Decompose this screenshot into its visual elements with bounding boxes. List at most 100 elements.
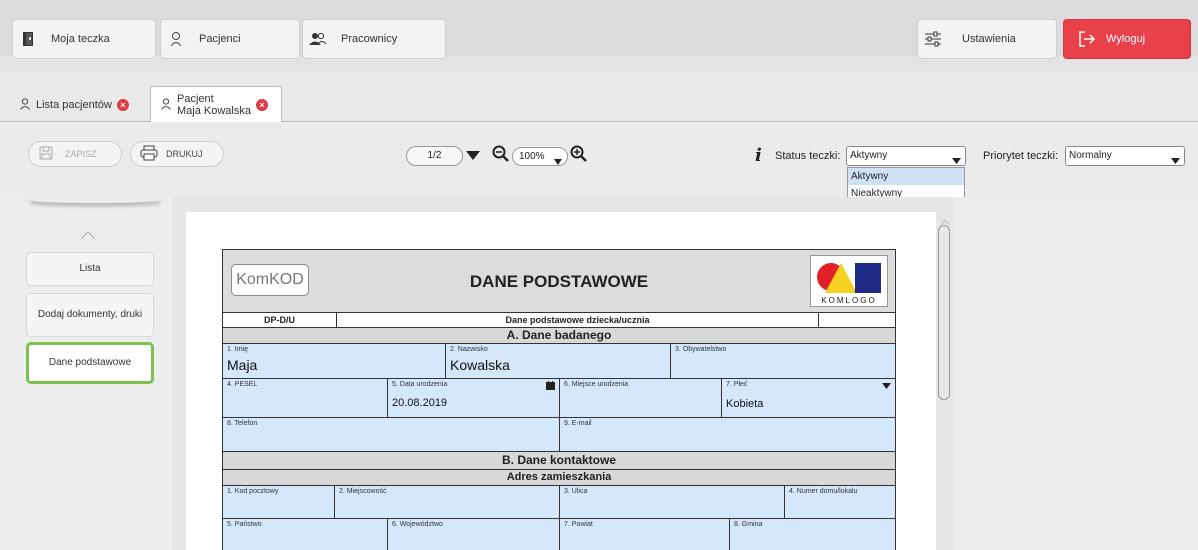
tab-patient-list-label: Lista pacjentów <box>36 99 112 111</box>
users-icon <box>303 32 333 46</box>
status-select[interactable]: Aktywny <box>846 146 966 166</box>
komlogo-text: KOMLOGO <box>821 296 877 305</box>
house-number-field[interactable]: 4. Numer domu/lokalu <box>785 486 895 518</box>
street-field[interactable]: 3. Ulica <box>560 486 785 518</box>
priority-value: Normalny <box>1069 150 1112 161</box>
form-header: KomKOD DANE PODSTAWOWE KOMLOGO <box>223 250 895 312</box>
county-field[interactable]: 7. Powiat <box>560 519 730 550</box>
tab-patient-list[interactable]: Lista pacjentów × <box>10 88 140 122</box>
chevron-up-icon[interactable] <box>80 227 96 245</box>
last-name-field[interactable]: 2. Nazwisko Kowalska <box>446 344 671 378</box>
logout-button[interactable]: Wyloguj <box>1063 19 1191 59</box>
tab-patient[interactable]: Pacjent Maja Kowalska × <box>150 86 282 123</box>
pesel-field[interactable]: 4. PESEL <box>223 379 388 417</box>
tab-patient-line2: Maja Kowalska <box>177 105 251 117</box>
sex-value: Kobieta <box>726 398 764 410</box>
voivodeship-label: 6. Województwo <box>392 521 443 528</box>
email-field[interactable]: 9. E-mail <box>560 418 895 451</box>
calendar-icon[interactable] <box>546 381 555 392</box>
first-name-label: 1. Imię <box>227 346 249 353</box>
patients-button[interactable]: Pacjenci <box>160 19 300 59</box>
page-down-icon[interactable] <box>465 148 481 166</box>
last-name-value: Kowalska <box>450 357 510 373</box>
citizenship-field[interactable]: 3. Obywatelstwo <box>671 344 895 378</box>
form-row-pesel: 4. PESEL 5. Data urodzenia 20.08.2019 6.… <box>223 378 895 417</box>
commune-field[interactable]: 8. Gmina <box>730 519 895 550</box>
save-icon <box>39 146 53 162</box>
my-folder-button[interactable]: Moja teczka <box>12 19 156 59</box>
sex-label: 7. Płeć <box>726 381 748 388</box>
section-b-header: B. Dane kontaktowe <box>223 451 895 469</box>
top-nav: Moja teczka Pacjenci Pracownicy Ustawien… <box>0 0 1198 72</box>
form-row-address2: 5. Państwo 6. Województwo 7. Powiat 8. G… <box>223 518 895 550</box>
folder-icon <box>13 31 43 47</box>
phone-label: 8. Telefon <box>227 420 258 427</box>
birth-place-label: 6. Miejsce urodzenia <box>564 381 629 388</box>
menu-shadow <box>30 197 160 203</box>
county-label: 7. Powiat <box>564 521 593 528</box>
save-button[interactable]: ZAPISZ <box>28 141 122 167</box>
form-code: DP-D/U <box>223 313 337 327</box>
sidebar-item-add-documents[interactable]: Dodaj dokumenty, druki <box>26 293 154 337</box>
my-folder-label: Moja teczka <box>51 33 110 45</box>
first-name-value: Maja <box>227 357 258 373</box>
zoom-value: 100% <box>519 151 545 162</box>
close-icon[interactable]: × <box>116 99 129 111</box>
postal-code-field[interactable]: 1. Kod pocztowy <box>223 486 335 518</box>
close-icon[interactable]: × <box>255 99 268 111</box>
address-header: Adres zamieszkania <box>223 469 895 485</box>
settings-label: Ustawienia <box>962 33 1016 45</box>
staff-button[interactable]: Pracownicy <box>302 19 446 59</box>
user-icon <box>20 97 30 113</box>
user-icon <box>161 31 191 47</box>
form-code-row: DP-D/U Dane podstawowe dziecka/ucznia <box>223 312 895 327</box>
birth-place-field[interactable]: 6. Miejsce urodzenia <box>560 379 722 417</box>
right-panel <box>954 197 1198 550</box>
form-row-names: 1. Imię Maja 2. Nazwisko Kowalska 3. Oby… <box>223 343 895 378</box>
logout-icon <box>1072 30 1102 48</box>
status-option-active[interactable]: Aktywny <box>848 168 964 185</box>
vertical-scrollbar[interactable] <box>938 225 950 400</box>
patients-label: Pacjenci <box>199 33 241 45</box>
sliders-icon <box>918 31 948 47</box>
user-icon <box>161 97 171 113</box>
email-label: 9. E-mail <box>564 420 592 427</box>
birth-date-label: 5. Data urodzenia <box>392 381 448 388</box>
status-label: Status teczki: <box>775 150 841 162</box>
chevron-down-icon <box>882 383 891 391</box>
save-label: ZAPISZ <box>65 149 97 159</box>
priority-select[interactable]: Normalny <box>1065 146 1185 166</box>
sidebar-item-basic-data[interactable]: Dane podstawowe <box>26 342 154 384</box>
settings-button[interactable]: Ustawienia <box>917 19 1057 59</box>
birth-date-field[interactable]: 5. Data urodzenia 20.08.2019 <box>388 379 560 417</box>
postal-code-label: 1. Kod pocztowy <box>227 488 279 495</box>
form-subtitle: Dane podstawowe dziecka/ucznia <box>337 313 819 327</box>
country-label: 5. Państwo <box>227 521 262 528</box>
last-name-label: 2. Nazwisko <box>450 346 488 353</box>
zoom-out-icon[interactable] <box>492 145 510 168</box>
chevron-down-icon <box>554 154 562 171</box>
side-menu: Lista Dodaj dokumenty, druki Dane podsta… <box>0 197 172 550</box>
commune-label: 8. Gmina <box>734 521 763 528</box>
pesel-label: 4. PESEL <box>227 381 258 388</box>
first-name-field[interactable]: 1. Imię Maja <box>223 344 446 378</box>
page-indicator[interactable]: 1/2 <box>406 146 463 166</box>
tab-patient-line1: Pacjent <box>177 93 214 105</box>
komlogo-logo: KOMLOGO <box>810 255 888 307</box>
city-field[interactable]: 2. Miejscowość <box>335 486 560 518</box>
tab-patient-title: Pacjent Maja Kowalska <box>177 93 251 117</box>
info-icon[interactable]: i <box>755 145 762 166</box>
zoom-in-icon[interactable] <box>570 145 588 168</box>
print-button[interactable]: DRUKUJ <box>130 141 224 167</box>
sex-field[interactable]: 7. Płeć Kobieta <box>722 379 895 417</box>
section-a-header: A. Dane badanego <box>223 327 895 343</box>
tab-bar: Lista pacjentów × Pacjent Maja Kowalska … <box>0 72 1198 123</box>
voivodeship-field[interactable]: 6. Województwo <box>388 519 560 550</box>
form-row-address1: 1. Kod pocztowy 2. Miejscowość 3. Ulica … <box>223 485 895 518</box>
sidebar-item-list[interactable]: Lista <box>26 252 154 286</box>
phone-field[interactable]: 8. Telefon <box>223 418 560 451</box>
country-field[interactable]: 5. Państwo <box>223 519 388 550</box>
citizenship-label: 3. Obywatelstwo <box>675 346 727 353</box>
zoom-select[interactable]: 100% <box>512 147 568 166</box>
status-value: Aktywny <box>850 150 888 161</box>
